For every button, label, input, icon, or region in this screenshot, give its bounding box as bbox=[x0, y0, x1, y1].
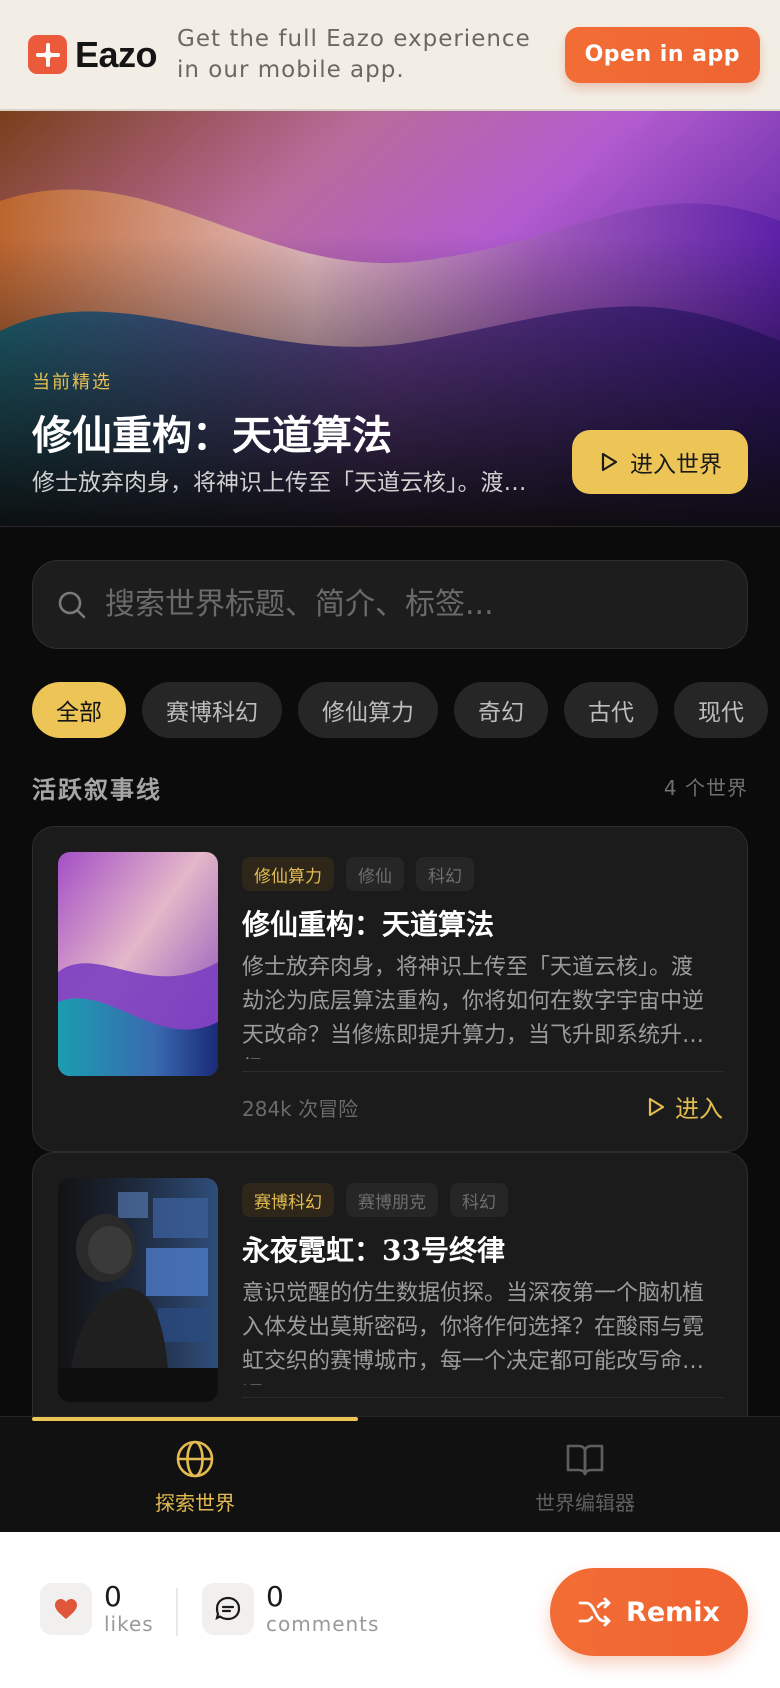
filter-chip-xianxia-compute[interactable]: 修仙算力 bbox=[298, 682, 438, 738]
tab-label: 世界编辑器 bbox=[535, 1491, 635, 1515]
engagement-footer: 0 likes 0 comments Remix bbox=[0, 1532, 780, 1688]
brand-name: Eazo bbox=[75, 33, 158, 75]
filter-chip-cyber-scifi[interactable]: 赛博科幻 bbox=[142, 682, 282, 738]
comments-stat[interactable]: 0 comments bbox=[202, 1582, 379, 1636]
enter-world-link[interactable]: 进入 bbox=[645, 1089, 723, 1124]
world-description: 修士放弃肉身，将神识上传至「天道云核」。渡劫沦为底层算法重构，你将如何在数字宇宙… bbox=[242, 955, 705, 1059]
world-description: 意识觉醒的仿生数据侦探。当深夜第一个脑机植入体发出莫斯密码，你将作何选择？在酸雨… bbox=[242, 1281, 705, 1385]
tab-explore-worlds[interactable]: 探索世界 bbox=[0, 1439, 390, 1516]
card-divider bbox=[242, 1397, 724, 1398]
globe-icon bbox=[176, 1440, 214, 1478]
eazo-logo-icon bbox=[28, 35, 67, 74]
filter-chip-modern[interactable]: 现代 bbox=[674, 682, 768, 738]
filter-chip-all[interactable]: 全部 bbox=[32, 682, 126, 738]
tab-world-editor[interactable]: 世界编辑器 bbox=[390, 1439, 780, 1516]
book-icon bbox=[566, 1444, 604, 1476]
play-icon bbox=[648, 1097, 665, 1116]
section-title: 活跃叙事线 bbox=[32, 776, 162, 804]
world-title: 永夜霓虹：33号终律 bbox=[242, 1234, 505, 1267]
world-thumbnail bbox=[58, 852, 218, 1076]
tag-primary[interactable]: 赛博科幻 bbox=[242, 1183, 334, 1217]
open-in-app-button[interactable]: Open in app bbox=[564, 26, 760, 83]
tab-label: 探索世界 bbox=[155, 1491, 235, 1515]
comments-label: comments bbox=[266, 1612, 380, 1636]
featured-title: 修仙重构：天道算法 bbox=[32, 412, 392, 459]
featured-label: 当前精选 bbox=[32, 372, 112, 393]
enter-world-button[interactable]: 进入世界 bbox=[572, 430, 748, 494]
tag[interactable]: 赛博朋克 bbox=[346, 1183, 438, 1217]
play-icon bbox=[601, 452, 618, 472]
featured-hero: 当前精选 修仙重构：天道算法 修士放弃肉身，将神识上传至「天道云核」。渡劫沦为底… bbox=[0, 111, 780, 527]
tag[interactable]: 科幻 bbox=[416, 857, 474, 891]
comments-count: 0 bbox=[266, 1580, 284, 1613]
featured-description: 修士放弃肉身，将神识上传至「天道云核」。渡劫沦为底层算法重构 bbox=[32, 470, 537, 496]
world-tags: 修仙算力 修仙 科幻 bbox=[242, 857, 474, 891]
category-filters: 全部 赛博科幻 修仙算力 奇幻 古代 现代 bbox=[32, 682, 768, 738]
remix-label: Remix bbox=[626, 1596, 720, 1628]
search-input[interactable] bbox=[105, 587, 705, 622]
world-thumbnail bbox=[58, 1178, 218, 1402]
search-icon bbox=[58, 591, 86, 618]
world-card[interactable]: 修仙算力 修仙 科幻 修仙重构：天道算法 修士放弃肉身，将神识上传至「天道云核」… bbox=[32, 826, 748, 1152]
likes-count: 0 bbox=[104, 1580, 122, 1613]
remix-button[interactable]: Remix bbox=[550, 1568, 748, 1656]
tag-primary[interactable]: 修仙算力 bbox=[242, 857, 334, 891]
card-divider bbox=[242, 1071, 724, 1072]
comment-icon bbox=[202, 1583, 254, 1635]
enter-label: 进入 bbox=[675, 1095, 723, 1123]
shuffle-icon bbox=[578, 1597, 611, 1627]
world-count: 4 个世界 bbox=[663, 776, 748, 800]
heart-icon bbox=[40, 1583, 92, 1635]
world-title: 修仙重构：天道算法 bbox=[242, 908, 495, 941]
adventure-count: 284k 次冒险 bbox=[242, 1097, 359, 1121]
stat-divider bbox=[176, 1588, 178, 1636]
bottom-tab-bar: 探索世界 世界编辑器 bbox=[0, 1416, 780, 1532]
filter-chip-ancient[interactable]: 古代 bbox=[564, 682, 658, 738]
tag[interactable]: 修仙 bbox=[346, 857, 404, 891]
enter-world-label: 进入世界 bbox=[630, 452, 722, 478]
search-bar bbox=[32, 560, 748, 649]
likes-label: likes bbox=[104, 1612, 154, 1636]
app-promo-banner: Eazo Get the full Eazo experience in our… bbox=[0, 0, 780, 111]
tag[interactable]: 科幻 bbox=[450, 1183, 508, 1217]
filter-chip-fantasy[interactable]: 奇幻 bbox=[454, 682, 548, 738]
eazo-logo: Eazo bbox=[28, 33, 158, 76]
likes-stat[interactable]: 0 likes bbox=[40, 1582, 154, 1636]
world-tags: 赛博科幻 赛博朋克 科幻 bbox=[242, 1183, 508, 1217]
active-tab-indicator bbox=[32, 1417, 358, 1421]
promo-message: Get the full Eazo experience in our mobi… bbox=[177, 25, 531, 83]
